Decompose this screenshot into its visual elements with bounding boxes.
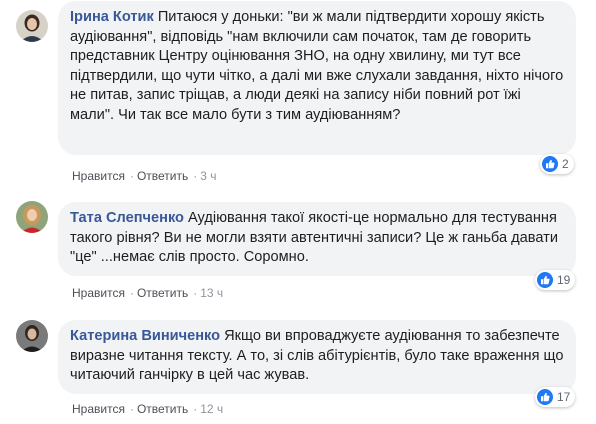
reaction-count-badge[interactable]: 19 bbox=[535, 270, 576, 290]
comment-actions: Нравится · Ответить · 12 ч bbox=[72, 402, 223, 416]
comment-actions: Нравится · Ответить · 3 ч bbox=[72, 169, 217, 183]
separator-dot: · bbox=[193, 286, 198, 300]
comment-time[interactable]: 3 ч bbox=[200, 169, 216, 183]
like-icon bbox=[542, 156, 558, 172]
comment-time[interactable]: 13 ч bbox=[200, 286, 223, 300]
reaction-count: 2 bbox=[562, 157, 569, 171]
separator-dot: · bbox=[129, 169, 134, 183]
reply-link[interactable]: Ответить bbox=[137, 169, 188, 183]
separator-dot: · bbox=[129, 286, 134, 300]
avatar[interactable] bbox=[16, 10, 48, 42]
comment-bubble: Катерина Виниченко Якщо ви впроваджуєте а… bbox=[58, 320, 576, 394]
reply-link[interactable]: Ответить bbox=[137, 286, 188, 300]
reaction-count: 17 bbox=[557, 390, 571, 404]
separator-dot: · bbox=[193, 169, 198, 183]
reaction-count: 19 bbox=[557, 273, 571, 287]
avatar[interactable] bbox=[16, 320, 48, 352]
reply-link[interactable]: Ответить bbox=[137, 402, 188, 416]
comment-actions: Нравится · Ответить · 13 ч bbox=[72, 286, 223, 300]
avatar[interactable] bbox=[16, 201, 48, 233]
comment-text: Питаюся у доньки: "ви ж мали підтвердити… bbox=[70, 9, 564, 123]
like-link[interactable]: Нравится bbox=[72, 169, 125, 183]
reaction-count-badge[interactable]: 17 bbox=[535, 387, 576, 407]
like-link[interactable]: Нравится bbox=[72, 286, 125, 300]
like-icon bbox=[537, 389, 553, 405]
comment-author[interactable]: Тата Слепченко bbox=[70, 210, 184, 226]
separator-dot: · bbox=[129, 402, 134, 416]
like-icon bbox=[537, 272, 553, 288]
reaction-count-badge[interactable]: 2 bbox=[540, 154, 574, 174]
separator-dot: · bbox=[193, 402, 198, 416]
comment-bubble: Тата Слепченко Аудіювання такої якості-це… bbox=[58, 202, 576, 276]
comment-author[interactable]: Ірина Котик bbox=[70, 9, 154, 25]
comment-time[interactable]: 12 ч bbox=[200, 402, 223, 416]
comment-bubble: Ірина Котик Питаюся у доньки: "ви ж мали … bbox=[58, 1, 576, 155]
comment-author[interactable]: Катерина Виниченко bbox=[70, 328, 220, 344]
like-link[interactable]: Нравится bbox=[72, 402, 125, 416]
